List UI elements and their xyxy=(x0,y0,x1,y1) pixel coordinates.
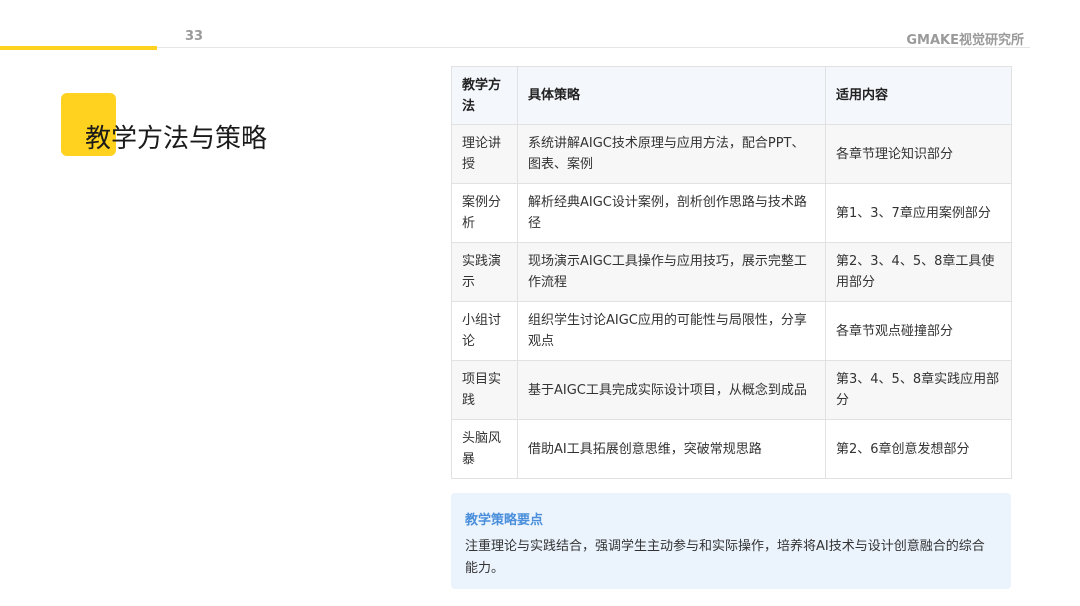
cell-method: 小组讨论 xyxy=(451,301,518,361)
cell-strategy: 现场演示AIGC工具操作与应用技巧，展示完整工作流程 xyxy=(517,242,826,302)
cell-scope: 第3、4、5、8章实践应用部分 xyxy=(825,360,1012,420)
table-header-row: 教学方法 具体策略 适用内容 xyxy=(451,66,1012,125)
accent-bar xyxy=(0,46,157,50)
cell-method: 理论讲授 xyxy=(451,124,518,184)
cell-scope: 各章节观点碰撞部分 xyxy=(825,301,1012,361)
cell-method: 案例分析 xyxy=(451,183,518,243)
callout-title: 教学策略要点 xyxy=(465,513,544,528)
cell-scope: 第2、3、4、5、8章工具使用部分 xyxy=(825,242,1012,302)
cell-strategy: 解析经典AIGC设计案例，剖析创作思路与技术路径 xyxy=(517,183,826,243)
table-row: 头脑风暴 借助AI工具拓展创意思维，突破常规思路 第2、6章创意发想部分 xyxy=(451,419,1012,479)
brand-label: GMAKE视觉研究所 xyxy=(906,33,1024,48)
slide-title: 教学方法与策略 xyxy=(85,124,268,154)
table-row: 理论讲授 系统讲解AIGC技术原理与应用方法，配合PPT、图表、案例 各章节理论… xyxy=(451,124,1012,184)
cell-method: 实践演示 xyxy=(451,242,518,302)
header-strategy: 具体策略 xyxy=(517,66,826,125)
table-row: 小组讨论 组织学生讨论AIGC应用的可能性与局限性，分享观点 各章节观点碰撞部分 xyxy=(451,301,1012,361)
table-row: 案例分析 解析经典AIGC设计案例，剖析创作思路与技术路径 第1、3、7章应用案… xyxy=(451,183,1012,243)
cell-strategy: 系统讲解AIGC技术原理与应用方法，配合PPT、图表、案例 xyxy=(517,124,826,184)
page-number: 33 xyxy=(185,29,204,44)
callout-body: 注重理论与实践结合，强调学生主动参与和实际操作，培养将AI技术与设计创意融合的综… xyxy=(465,539,985,576)
header-scope: 适用内容 xyxy=(825,66,1012,125)
cell-strategy: 基于AIGC工具完成实际设计项目，从概念到成品 xyxy=(517,360,826,420)
cell-scope: 各章节理论知识部分 xyxy=(825,124,1012,184)
strategy-callout: 教学策略要点 注重理论与实践结合，强调学生主动参与和实际操作，培养将AI技术与设… xyxy=(451,493,1011,589)
cell-strategy: 组织学生讨论AIGC应用的可能性与局限性，分享观点 xyxy=(517,301,826,361)
cell-strategy: 借助AI工具拓展创意思维，突破常规思路 xyxy=(517,419,826,479)
cell-method: 头脑风暴 xyxy=(451,419,518,479)
table-row: 项目实践 基于AIGC工具完成实际设计项目，从概念到成品 第3、4、5、8章实践… xyxy=(451,360,1012,420)
methods-table: 教学方法 具体策略 适用内容 理论讲授 系统讲解AIGC技术原理与应用方法，配合… xyxy=(451,66,1012,479)
cell-scope: 第2、6章创意发想部分 xyxy=(825,419,1012,479)
table-row: 实践演示 现场演示AIGC工具操作与应用技巧，展示完整工作流程 第2、3、4、5… xyxy=(451,242,1012,302)
cell-scope: 第1、3、7章应用案例部分 xyxy=(825,183,1012,243)
cell-method: 项目实践 xyxy=(451,360,518,420)
header-method: 教学方法 xyxy=(451,66,518,125)
